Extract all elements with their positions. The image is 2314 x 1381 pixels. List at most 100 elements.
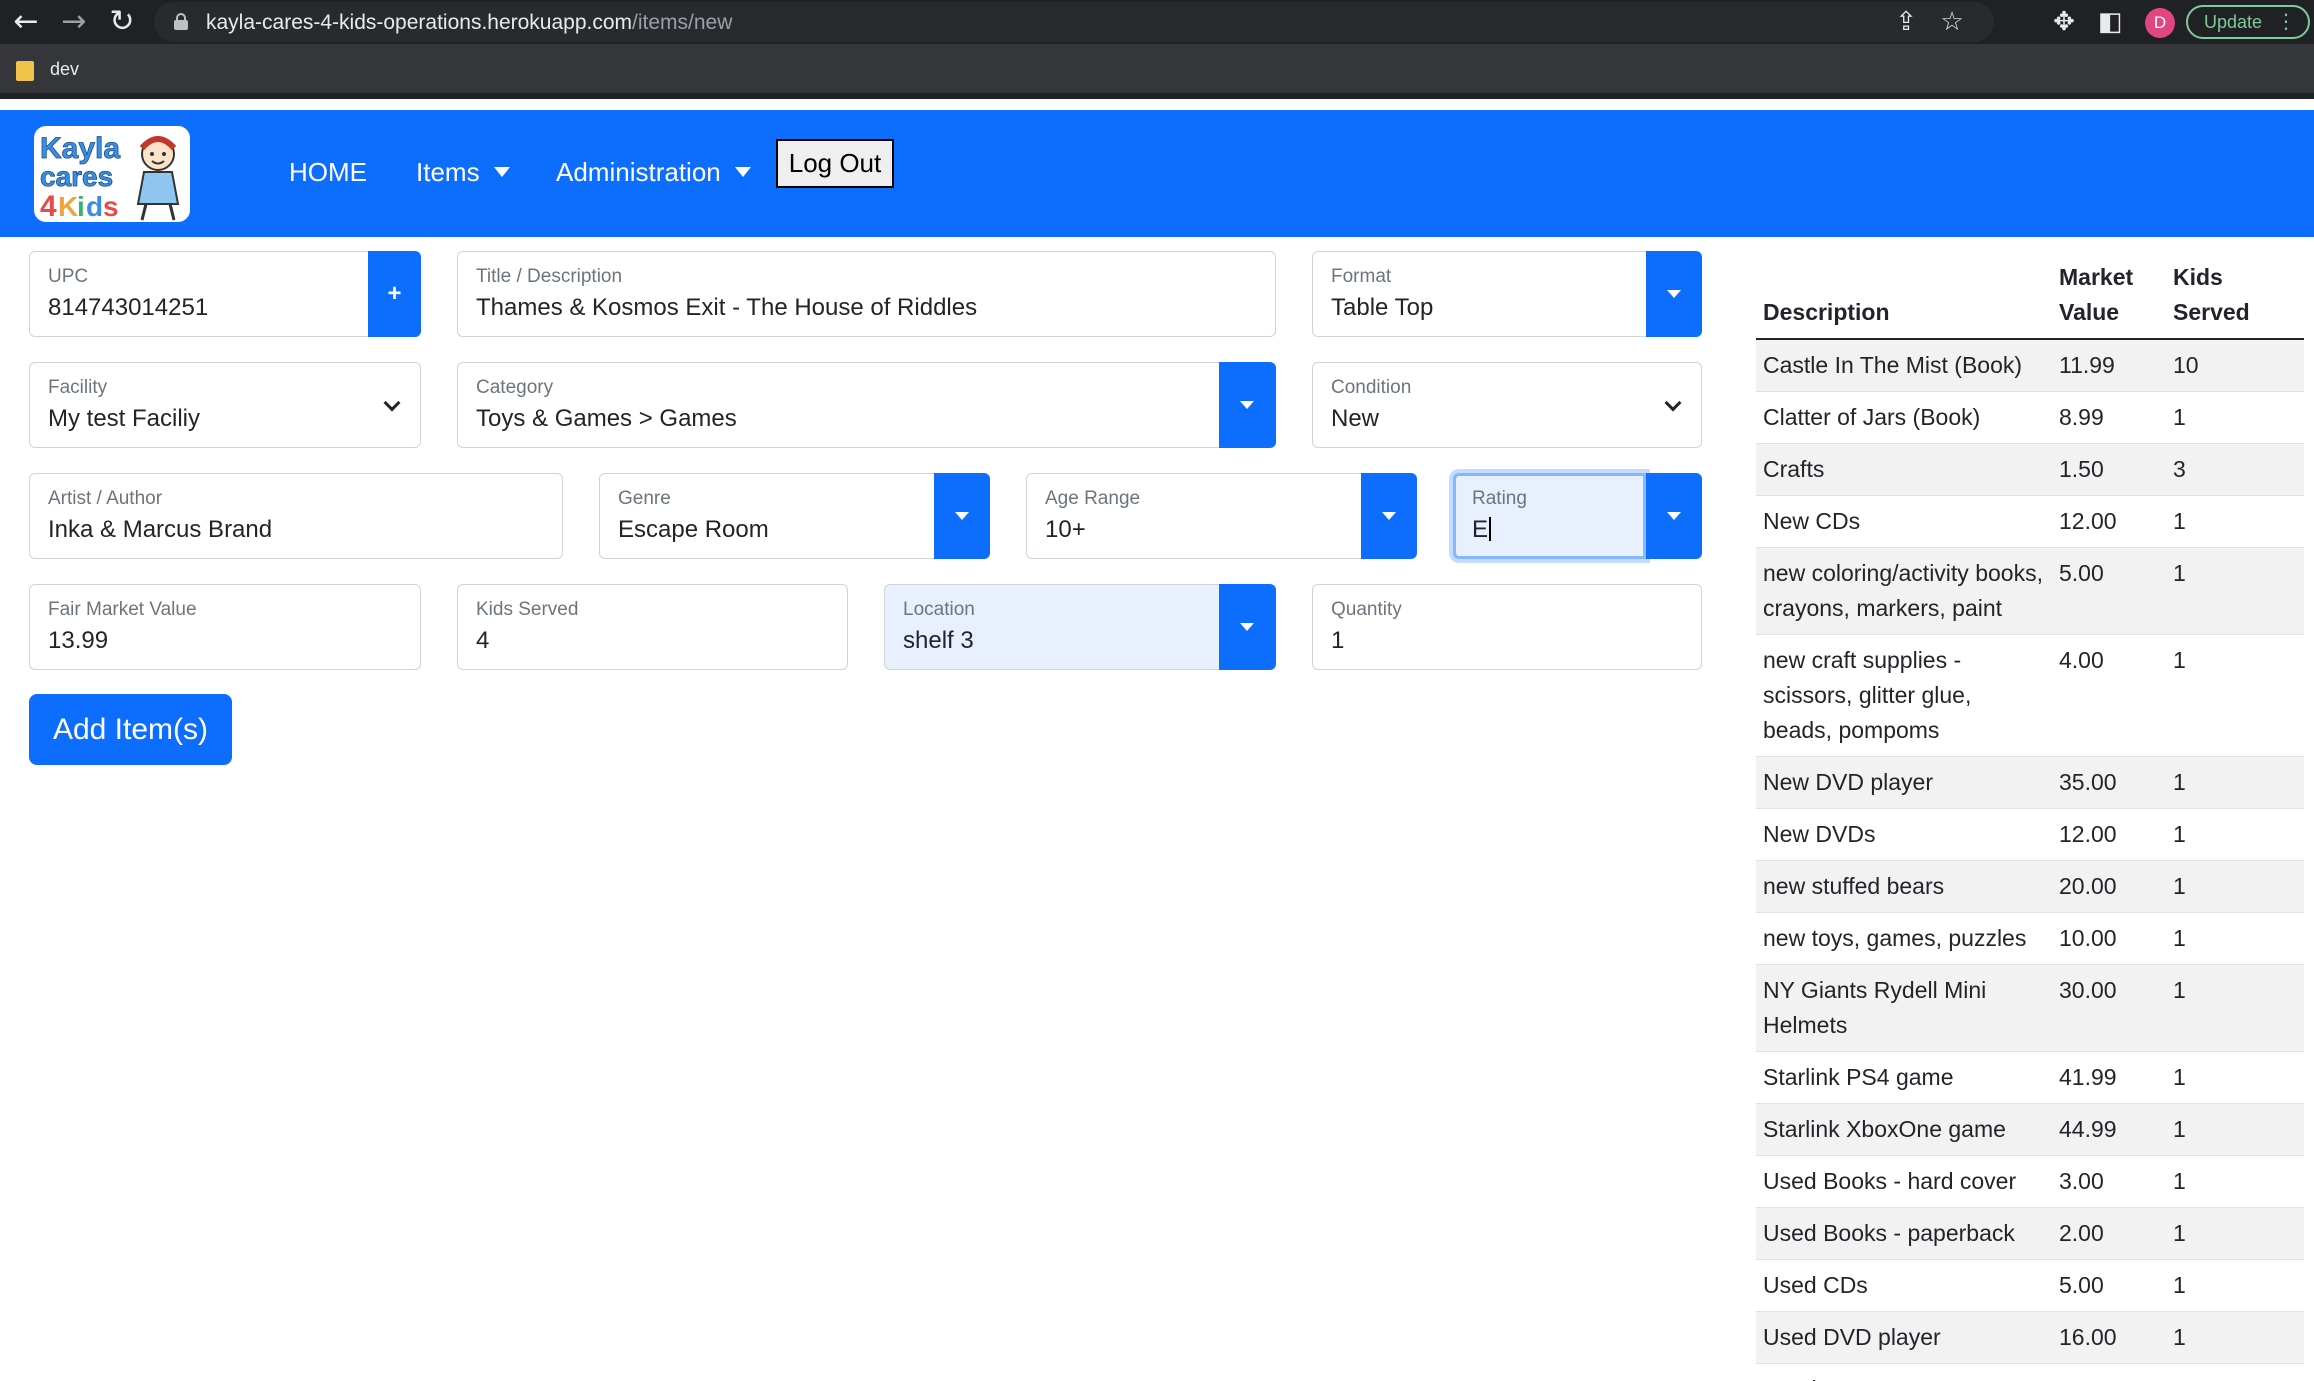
nav-items-label: Items	[416, 157, 480, 187]
fair-market-value-value: 13.99	[48, 627, 109, 654]
nav-administration-dropdown[interactable]: Administration	[556, 147, 751, 197]
table-row: New CDs 12.00 1	[1756, 495, 2304, 548]
fair-market-value-label: Fair Market Value	[48, 599, 197, 620]
nav-home-link[interactable]: HOME	[289, 147, 367, 197]
kids-served-header: Kids Served	[2166, 254, 2304, 340]
extensions-puzzle-icon[interactable]: ✥	[2048, 6, 2080, 38]
kids-served-cell: 1	[2166, 547, 2304, 635]
rating-value: E	[1472, 516, 1492, 544]
genre-dropdown-button[interactable]	[934, 473, 990, 559]
table-row: Castle In The Mist (Book) 11.99 10	[1756, 339, 2304, 392]
market-value-cell: 20.00	[2052, 860, 2166, 913]
plus-icon: +	[387, 280, 402, 307]
app-navbar: Kayla cares 4 K i d s HOME Items Adminis…	[0, 110, 2314, 237]
format-value: Table Top	[1331, 294, 1434, 321]
table-row: Used DVD player 16.00 1	[1756, 1311, 2304, 1364]
share-icon[interactable]: ⇪	[1890, 6, 1922, 38]
description-cell: Used DVDs	[1756, 1363, 2052, 1381]
kids-served-cell: 1	[2166, 1259, 2304, 1312]
description-cell: Used Books - hard cover	[1756, 1155, 2052, 1208]
fair-market-value-field[interactable]: Fair Market Value 13.99	[29, 584, 421, 670]
table-row: New DVD player 35.00 1	[1756, 756, 2304, 809]
description-cell: New DVD player	[1756, 756, 2052, 809]
caret-down-icon	[955, 512, 969, 520]
format-dropdown-button[interactable]	[1646, 251, 1702, 337]
rating-value-text: E	[1472, 516, 1489, 543]
artist-author-field[interactable]: Artist / Author Inka & Marcus Brand	[29, 473, 563, 559]
artist-label: Artist / Author	[48, 488, 163, 509]
facility-select[interactable]: Facility My test Faciliy	[29, 362, 421, 448]
svg-text:i: i	[77, 191, 85, 222]
upc-label: UPC	[48, 266, 89, 287]
description-cell: New CDs	[1756, 495, 2052, 548]
quantity-field[interactable]: Quantity 1	[1312, 584, 1702, 670]
kids-served-cell: 1	[2166, 634, 2304, 757]
update-button[interactable]: Update ⋮	[2186, 5, 2310, 39]
table-row: Starlink XboxOne game 44.99 1	[1756, 1103, 2304, 1156]
caret-down-icon	[1240, 623, 1254, 631]
age-range-value: 10+	[1045, 516, 1086, 543]
caret-down-icon	[1667, 290, 1681, 298]
browser-toolbar: ← → ↻ kayla-cares-4-kids-operations.hero…	[0, 0, 2314, 44]
market-value-cell: 8.99	[2052, 391, 2166, 444]
kids-served-cell: 1	[2166, 860, 2304, 913]
lock-icon	[174, 13, 188, 30]
format-field[interactable]: Format Table Top	[1312, 251, 1646, 337]
description-cell: NY Giants Rydell Mini Helmets	[1756, 964, 2052, 1052]
upc-field[interactable]: UPC 814743014251	[29, 251, 368, 337]
age-range-dropdown-button[interactable]	[1361, 473, 1417, 559]
condition-label: Condition	[1331, 377, 1412, 398]
format-label: Format	[1331, 266, 1392, 287]
description-cell: Clatter of Jars (Book)	[1756, 391, 2052, 444]
caret-down-icon	[1382, 512, 1396, 520]
condition-select[interactable]: Condition New	[1312, 362, 1702, 448]
profile-avatar[interactable]: D	[2145, 8, 2175, 38]
caret-down-icon	[1667, 512, 1681, 520]
add-items-button[interactable]: Add Item(s)	[29, 694, 232, 765]
table-header-row: Description Market Value Kids Served	[1756, 254, 2304, 340]
back-arrow-icon[interactable]: ←	[8, 4, 44, 40]
svg-text:K: K	[58, 191, 78, 222]
market-value-cell: 11.99	[2052, 339, 2166, 392]
title-description-field[interactable]: Title / Description Thames & Kosmos Exit…	[457, 251, 1276, 337]
caret-down-icon	[1240, 401, 1254, 409]
description-cell: Used Books - paperback	[1756, 1207, 2052, 1260]
svg-text:s: s	[103, 191, 119, 222]
side-panel-icon[interactable]: ◧	[2094, 6, 2126, 38]
rating-dropdown-button[interactable]	[1646, 473, 1702, 559]
more-menu-icon[interactable]: ⋮	[2276, 7, 2296, 37]
location-dropdown-button[interactable]	[1219, 584, 1276, 670]
bookmark-dev[interactable]: dev	[50, 59, 79, 80]
market-value-cell: 12.00	[2052, 808, 2166, 861]
table-row: NY Giants Rydell Mini Helmets 30.00 1	[1756, 964, 2304, 1052]
title-value: Thames & Kosmos Exit - The House of Ridd…	[476, 294, 978, 321]
logout-button[interactable]: Log Out	[776, 139, 894, 188]
nav-items-dropdown[interactable]: Items	[416, 147, 510, 197]
address-bar[interactable]: kayla-cares-4-kids-operations.herokuapp.…	[154, 2, 1994, 42]
category-dropdown-button[interactable]	[1219, 362, 1276, 448]
kids-served-cell: 1	[2166, 808, 2304, 861]
age-range-field[interactable]: Age Range 10+	[1026, 473, 1361, 559]
market-value-cell: 3.00	[2052, 1155, 2166, 1208]
genre-field[interactable]: Genre Escape Room	[599, 473, 934, 559]
artist-value: Inka & Marcus Brand	[48, 516, 273, 543]
items-summary-table: Description Market Value Kids Served Cas…	[1756, 254, 2304, 1381]
description-cell: new craft supplies - scissors, glitter g…	[1756, 634, 2052, 757]
genre-value: Escape Room	[618, 516, 769, 543]
bookmarks-bar: dev	[0, 44, 2314, 99]
upc-add-button[interactable]: +	[368, 251, 421, 337]
rating-field[interactable]: Rating E	[1453, 473, 1646, 559]
kids-served-cell: 1	[2166, 1103, 2304, 1156]
location-field[interactable]: Location shelf 3	[884, 584, 1219, 670]
category-field[interactable]: Category Toys & Games > Games	[457, 362, 1219, 448]
reload-icon[interactable]: ↻	[104, 4, 140, 40]
svg-text:4: 4	[40, 190, 57, 223]
kayla-cares-4-kids-logo[interactable]: Kayla cares 4 K i d s	[32, 124, 192, 224]
description-cell: Used CDs	[1756, 1259, 2052, 1312]
table-body: Castle In The Mist (Book) 11.99 10 Clatter …	[1756, 339, 2304, 1381]
kids-served-field[interactable]: Kids Served 4	[457, 584, 848, 670]
forward-arrow-icon[interactable]: →	[56, 4, 92, 40]
url-path: /items/new	[632, 11, 733, 34]
bookmark-star-icon[interactable]: ☆	[1936, 6, 1968, 38]
table-row: Used CDs 5.00 1	[1756, 1259, 2304, 1312]
